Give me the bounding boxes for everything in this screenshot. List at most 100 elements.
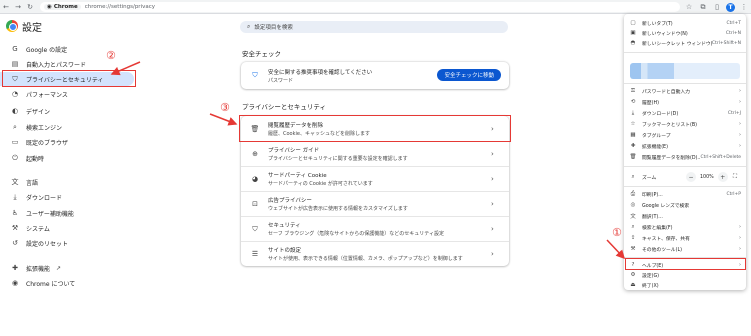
sliders-icon: ☰ — [251, 250, 259, 258]
menu-history[interactable]: ⟲ 履歴(H) › — [624, 97, 746, 107]
menu-downloads[interactable]: ⤓ ダウンロード(D) Ctrl+J — [624, 108, 746, 118]
menu-separator — [624, 52, 746, 53]
sidebar-item-about[interactable]: ◉ Chrome について — [0, 276, 140, 290]
step-3-label: ③ — [220, 101, 230, 114]
menu-cast-save-share[interactable]: ⇪ キャスト、保存、共有 › — [624, 233, 746, 243]
menu-clear-data[interactable]: 🗑 閲覧履歴データを削除(D)... Ctrl+Shift+Delete — [624, 152, 746, 162]
sidebar-item-system[interactable]: ⚒ システム — [0, 221, 140, 235]
zoom-controls: − 100% + — [686, 172, 728, 182]
menu-exit[interactable]: ⏏ 終了(X) — [624, 280, 746, 290]
shield-icon: ⛉ — [252, 224, 258, 233]
sidebar-item-startup[interactable]: ⏻ 起動時 — [0, 151, 140, 165]
avatar[interactable]: T — [726, 2, 735, 12]
sidebar-item-appearance[interactable]: ◐ デザイン — [0, 104, 140, 118]
ad-privacy-icon: ⊡ — [252, 200, 258, 208]
language-icon: 文 — [11, 178, 19, 186]
menu-new-tab[interactable]: ▢ 新しいタブ(T) Ctrl+T — [624, 18, 746, 28]
tab-group-icon: ▦ — [630, 132, 636, 138]
trash-icon: 🗑 — [629, 154, 637, 160]
sidebar-item-extensions[interactable]: ✚ 拡張機能 ↗ — [0, 261, 140, 275]
new-tab-icon: ▢ — [630, 20, 636, 26]
menu-incognito[interactable]: ◓ 新しいシークレット ウィンドウ(I) Ctrl+Shift+N — [624, 38, 746, 48]
menu-print[interactable]: ⎙ 印刷(P)... Ctrl+P — [624, 189, 746, 199]
translate-icon: 文 — [630, 214, 636, 220]
settings-search-input[interactable]: ⌕ 設定項目を検索 — [240, 21, 508, 33]
print-icon: ⎙ — [630, 190, 636, 197]
accessibility-icon: ♿ — [11, 209, 19, 217]
power-icon: ⏻ — [12, 153, 18, 162]
menu-tab-groups[interactable]: ▦ タブグループ › — [624, 130, 746, 140]
sidebar-item-downloads[interactable]: ⤓ ダウンロード — [0, 190, 140, 204]
sidebar-item-accessibility[interactable]: ♿ ユーザー補助機能 — [0, 206, 140, 220]
reload-icon[interactable]: ↻ — [24, 0, 36, 14]
chevron-right-icon: › — [739, 143, 741, 149]
zoom-in-button[interactable]: + — [717, 172, 728, 182]
lens-icon: ◎ — [630, 202, 636, 208]
menu-lens[interactable]: ◎ Google レンズで検索 — [624, 200, 746, 210]
browser-icon: ▭ — [11, 138, 19, 146]
row-subtitle: プライバシーとセキュリティに関する重要な設定を確認します — [268, 156, 408, 162]
chevron-right-icon: › — [739, 121, 741, 127]
chevron-right-icon: › — [491, 250, 494, 258]
menu-translate[interactable]: 文翻訳(T)... — [624, 211, 746, 221]
site-chip[interactable]: ◉ Chrome — [44, 4, 81, 10]
menu-find-edit[interactable]: ⌕ 検索と編集(F) › — [624, 222, 746, 232]
chevron-right-icon: › — [739, 132, 741, 138]
sidebar-item-default-browser[interactable]: ▭ 既定のブラウザ — [0, 135, 140, 149]
external-link-icon: ↗ — [56, 264, 62, 272]
chevron-right-icon: › — [739, 88, 741, 94]
row-site-settings[interactable]: ☰ サイトの設定 サイトが使用、表示できる情報（位置情報、カメラ、ポップアップなど… — [241, 241, 509, 266]
row-security[interactable]: ⛉ セキュリティセーフ ブラウジング（危険なサイトからの保護機能）などのセキュリ… — [241, 216, 509, 241]
find-icon: ⌕ — [631, 223, 635, 230]
speedometer-icon: ◔ — [11, 90, 19, 98]
go-to-safety-check-button[interactable]: 安全チェックに移動 — [437, 69, 501, 81]
more-menu-icon[interactable]: ⋮ — [739, 1, 749, 13]
step-2-label: ② — [106, 49, 116, 62]
address-bar[interactable]: ◉ Chrome chrome://settings/privacy — [40, 2, 680, 12]
row-subtitle: サードパーティの Cookie が許可されています — [268, 181, 373, 187]
zoom-value: 100% — [700, 174, 714, 180]
row-privacy-guide[interactable]: ⊕ プライバシー ガイド プライバシーとセキュリティに関する重要な設定を確認します… — [241, 141, 509, 166]
menu-zoom-row: ⌕ ズーム − 100% + ⛶ — [624, 171, 746, 183]
menu-separator — [624, 166, 746, 167]
row-ad-privacy[interactable]: ⊡ 広告プライバシー ウェブサイトが広告表示に使用する情報をカスタマイズします › — [241, 191, 509, 216]
search-icon: ⌕ — [247, 23, 251, 30]
extensions-icon[interactable]: ⧉ — [698, 1, 708, 13]
sidebar-item-search-engine[interactable]: ⌕ 検索エンジン — [0, 120, 140, 134]
cookie-icon: ◕ — [251, 175, 259, 183]
menu-bookmarks[interactable]: ☆ ブックマークとリスト(B) › — [624, 119, 746, 129]
sidebar-item-languages[interactable]: 文言語 — [0, 175, 140, 189]
row-title: サイトの設定 — [268, 248, 302, 254]
google-icon: G — [12, 45, 18, 53]
sidebar-item-reset[interactable]: ↺ 設定のリセット — [0, 236, 140, 250]
row-title: 広告プライバシー — [268, 198, 312, 204]
chevron-right-icon: › — [491, 200, 494, 208]
menu-new-window[interactable]: ▣ 新しいウィンドウ(N) Ctrl+N — [624, 28, 746, 38]
side-panel-icon[interactable]: ▯ — [712, 1, 722, 13]
puzzle-icon: ✚ — [630, 143, 636, 149]
menu-settings[interactable]: ⚙ 設定(G) — [624, 270, 746, 280]
menu-more-tools[interactable]: ⚒ その他のツール(L) › — [624, 244, 746, 254]
sidebar-item-autofill[interactable]: ▤ 自動入力とパスワード — [0, 57, 140, 71]
sidebar-item-google[interactable]: G Google の設定 — [0, 42, 140, 56]
arrow-step3 — [209, 113, 238, 126]
sidebar-item-performance[interactable]: ◔ パフォーマンス — [0, 87, 140, 101]
menu-passwords[interactable]: ⚿ パスワードと自動入力 › — [624, 86, 746, 96]
fullscreen-icon[interactable]: ⛶ — [730, 172, 740, 182]
bookmark-star-icon[interactable]: ☆ — [684, 1, 694, 13]
page-title: 設定 — [22, 23, 42, 34]
row-third-party-cookies[interactable]: ◕ サードパーティ Cookie サードパーティの Cookie が許可されていま… — [241, 166, 509, 191]
zoom-out-button[interactable]: − — [686, 172, 696, 182]
safety-check-title: 安全チェック — [242, 50, 281, 58]
back-icon[interactable]: ← — [0, 0, 12, 14]
chevron-right-icon: › — [491, 225, 494, 233]
zoom-label: ズーム — [642, 175, 657, 181]
forward-icon[interactable]: → — [12, 0, 24, 14]
shield-check-icon: ⛉ — [252, 71, 258, 79]
puzzle-icon: ✚ — [12, 264, 18, 272]
wrench-icon: ⚒ — [11, 224, 19, 232]
menu-separator — [624, 186, 746, 187]
row-title: セキュリティ — [268, 223, 301, 229]
menu-extensions[interactable]: ✚ 拡張機能(E) › — [624, 141, 746, 151]
row-subtitle: セーフ ブラウジング（危険なサイトからの保護機能）などのセキュリティ設定 — [268, 231, 444, 237]
